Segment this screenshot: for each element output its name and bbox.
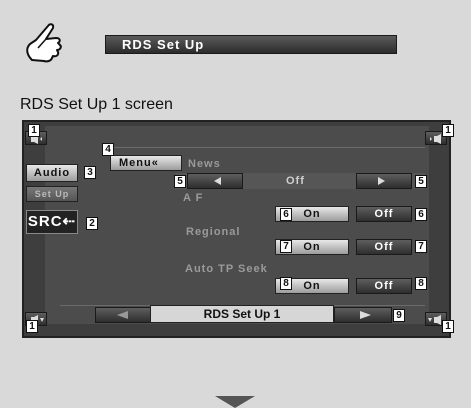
- news-value: Off: [286, 175, 305, 187]
- setup-button[interactable]: Set Up: [26, 186, 78, 202]
- page-title: RDS Set Up 1: [150, 305, 334, 323]
- callout-2: 2: [86, 217, 98, 230]
- callout-1: 1: [28, 124, 40, 137]
- callout-3: 3: [84, 166, 96, 179]
- arrow-down-icon: [215, 396, 255, 408]
- af-off-button[interactable]: Off: [356, 206, 412, 222]
- page-prev-button[interactable]: [95, 307, 153, 323]
- arrow-right-icon: [378, 177, 385, 185]
- header-title: RDS Set Up: [122, 37, 205, 52]
- callout-8: 8: [280, 277, 292, 290]
- arrow-left-icon: [214, 177, 221, 185]
- arrow-right-icon: [360, 311, 371, 319]
- callout-4: 4: [102, 143, 114, 156]
- callout-9: 9: [393, 309, 405, 322]
- callout-7: 7: [415, 240, 427, 253]
- regional-off-button[interactable]: Off: [356, 239, 412, 255]
- af-label: A F: [183, 192, 204, 204]
- src-label: SRC: [27, 213, 63, 230]
- news-prev-button[interactable]: [187, 173, 243, 189]
- src-button[interactable]: SRC⇠: [26, 210, 78, 234]
- menu-label: Menu: [119, 157, 152, 169]
- chevron-left-icon: «: [151, 157, 159, 169]
- callout-1: 1: [442, 320, 454, 333]
- callout-8: 8: [415, 277, 427, 290]
- regional-label: Regional: [186, 226, 241, 238]
- divider: [110, 147, 425, 148]
- callout-7: 7: [280, 240, 292, 253]
- callout-5: 5: [174, 175, 186, 188]
- menu-button[interactable]: Menu«: [110, 155, 182, 171]
- callout-6: 6: [415, 208, 427, 221]
- auto-tp-off-button[interactable]: Off: [356, 278, 412, 294]
- callout-5: 5: [415, 175, 427, 188]
- callout-6: 6: [280, 208, 292, 221]
- page-next-button[interactable]: [334, 307, 392, 323]
- arrow-left-icon: [117, 311, 128, 319]
- news-label: News: [188, 158, 221, 170]
- pointing-hand-icon: [26, 23, 62, 63]
- news-next-button[interactable]: [356, 173, 412, 189]
- callout-1: 1: [26, 320, 38, 333]
- auto-tp-seek-label: Auto TP Seek: [185, 263, 268, 275]
- audio-button[interactable]: Audio: [26, 164, 78, 182]
- callout-1: 1: [442, 124, 454, 137]
- src-arrow-icon: ⇠: [62, 213, 77, 230]
- screen-subtitle: RDS Set Up 1 screen: [20, 96, 173, 113]
